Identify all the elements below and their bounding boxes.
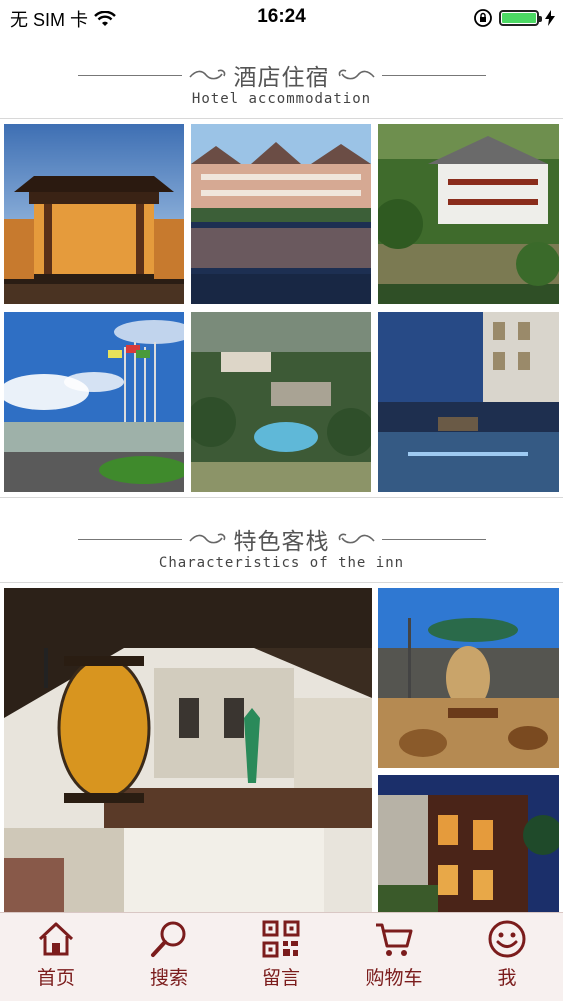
tab-label: 我 (497, 967, 517, 989)
inn-photo-large[interactable] (4, 588, 372, 912)
qr-code-icon (262, 920, 300, 958)
battery-fill (502, 13, 536, 23)
hotel-photo-1[interactable] (4, 124, 184, 304)
tab-label: 首页 (36, 967, 75, 989)
tab-message[interactable]: 留言 (226, 913, 336, 1001)
hotel-photo-3[interactable] (378, 124, 559, 304)
status-right (473, 8, 555, 28)
rotation-lock-icon (474, 9, 492, 27)
section-title: 酒店住宿 (233, 65, 330, 91)
tab-search[interactable]: 搜索 (114, 913, 224, 1001)
hotel-photo-2[interactable] (191, 124, 371, 304)
hotel-photo-4[interactable] (4, 312, 184, 492)
divider (0, 582, 563, 583)
header-rule (381, 538, 486, 540)
section-subtitle: Characteristics of the inn (158, 555, 405, 571)
tab-label: 搜索 (149, 967, 188, 989)
tab-home[interactable]: 首页 (1, 913, 111, 1001)
tab-label: 购物车 (365, 967, 423, 989)
swirl-ornament-icon (338, 533, 375, 544)
tab-cart[interactable]: 购物车 (339, 913, 449, 1001)
hotel-section-header: 酒店住宿 Hotel accommodation (0, 38, 563, 118)
status-bar: 无 SIM 卡 16:24 (0, 0, 563, 38)
hotel-photo-5[interactable] (191, 312, 371, 492)
battery-icon (499, 10, 542, 26)
inn-section-header: 特色客栈 Characteristics of the inn (0, 498, 563, 580)
inn-photo-2[interactable] (378, 588, 559, 768)
tab-profile[interactable]: 我 (452, 913, 562, 1001)
header-rule (77, 74, 182, 76)
swirl-ornament-icon (338, 69, 375, 80)
divider (0, 118, 563, 119)
charging-bolt-icon (545, 10, 555, 26)
hotel-photo-6[interactable] (378, 312, 559, 492)
swirl-ornament-icon (188, 69, 225, 80)
cart-icon (376, 923, 413, 956)
section-subtitle: Hotel accommodation (191, 91, 372, 107)
inn-photo-3[interactable] (378, 775, 559, 912)
smiley-icon (488, 920, 526, 958)
header-rule (381, 74, 486, 76)
swirl-ornament-icon (188, 533, 225, 544)
home-icon (38, 922, 74, 956)
search-icon (151, 921, 186, 957)
tab-label: 留言 (261, 967, 300, 989)
bottom-tab-bar: 首页 搜索 留言 购物车 我 (0, 912, 563, 1001)
header-rule (77, 538, 182, 540)
section-title: 特色客栈 (233, 529, 330, 555)
